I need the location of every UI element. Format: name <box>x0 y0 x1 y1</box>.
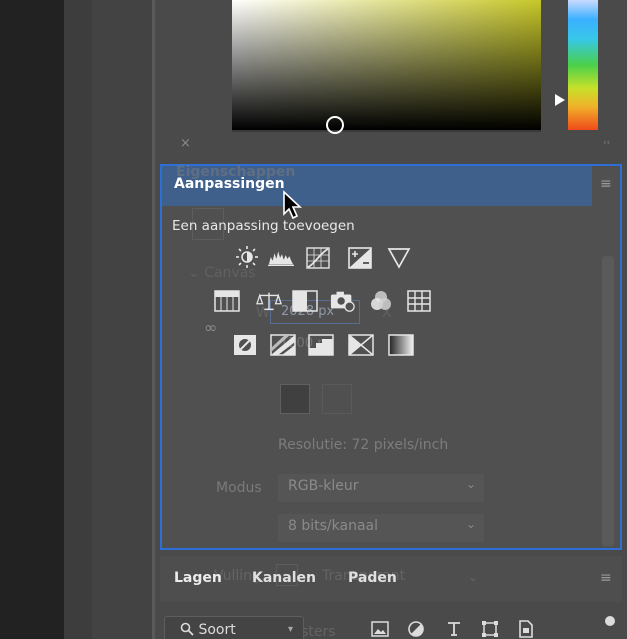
invert-icon[interactable] <box>232 332 258 358</box>
levels-icon[interactable] <box>268 244 294 270</box>
ghost-portrait-icon <box>280 384 310 414</box>
color-field[interactable] <box>232 0 541 130</box>
color-balance-icon[interactable] <box>256 288 282 314</box>
panel-scrollbar[interactable] <box>602 256 614 546</box>
add-adjustment-label: Een aanpassing toevoegen <box>172 218 355 234</box>
ghost-bits-select: 8 bits/kanaal ⌄ <box>278 514 484 542</box>
tab-paden[interactable]: Paden <box>348 570 397 586</box>
smart-object-filter-icon[interactable] <box>516 619 536 639</box>
ghost-mode-select: RGB-kleur ⌄ <box>278 474 484 502</box>
color-field-divider <box>232 130 541 132</box>
filter-toggle[interactable] <box>605 616 615 626</box>
hue-slider[interactable] <box>568 0 598 130</box>
exposure-icon[interactable] <box>347 245 373 271</box>
adjustment-layer-filter-icon[interactable] <box>406 619 426 639</box>
ghost-mode-label: Modus <box>216 480 262 496</box>
ghost-mode-value: RGB-kleur <box>288 478 359 494</box>
ghost-link-icon: ∞ <box>204 318 218 337</box>
vibrance-icon[interactable] <box>386 245 412 271</box>
ghost-bits-value: 8 bits/kanaal <box>288 518 378 534</box>
ghost-chevron-down-icon: ⌄ <box>468 570 479 584</box>
chevron-down-icon: ⌄ <box>465 477 476 491</box>
channel-mixer-icon[interactable] <box>368 288 394 314</box>
left-toolbar-background <box>0 0 64 639</box>
color-lookup-icon[interactable] <box>406 288 432 314</box>
close-panel-icon[interactable]: × <box>180 136 191 151</box>
ghost-resolution-text: Resolutie: 72 pixels/inch <box>278 437 449 453</box>
options-column <box>92 0 152 639</box>
shape-layer-filter-icon[interactable] <box>480 619 500 639</box>
curves-icon[interactable] <box>305 245 331 271</box>
photo-filter-icon[interactable] <box>330 288 356 314</box>
threshold-icon[interactable] <box>308 332 334 358</box>
color-field-selector[interactable] <box>326 116 344 134</box>
filter-kind-text: Soort <box>198 622 236 638</box>
selective-color-icon[interactable] <box>348 332 374 358</box>
brightness-icon[interactable] <box>234 244 260 270</box>
pixel-layer-filter-icon[interactable] <box>370 619 390 639</box>
black-white-icon[interactable] <box>292 288 318 314</box>
chevron-down-icon: ⌄ <box>465 517 476 531</box>
tool-column <box>64 0 92 639</box>
chevron-down-icon: ▾ <box>288 624 294 635</box>
mouse-cursor-icon <box>283 190 303 220</box>
layers-menu-icon[interactable]: ≡ <box>600 570 612 586</box>
tab-lagen[interactable]: Lagen <box>174 570 222 586</box>
gradient-map-icon[interactable] <box>388 332 414 358</box>
posterize-icon[interactable] <box>270 332 296 358</box>
ghost-landscape-icon <box>322 384 352 414</box>
search-icon <box>180 622 194 636</box>
hue-slider-handle[interactable] <box>555 94 565 106</box>
type-layer-filter-icon[interactable] <box>444 619 464 639</box>
hue-saturation-icon[interactable] <box>214 288 240 314</box>
adjustments-tab[interactable]: Aanpassingen <box>174 176 285 192</box>
panel-menu-icon[interactable]: ≡ <box>600 176 612 192</box>
collapse-panel-icon[interactable]: ‹‹ <box>603 138 610 148</box>
tab-kanalen[interactable]: Kanalen <box>252 570 316 586</box>
filter-kind-label: Soort <box>180 622 236 638</box>
